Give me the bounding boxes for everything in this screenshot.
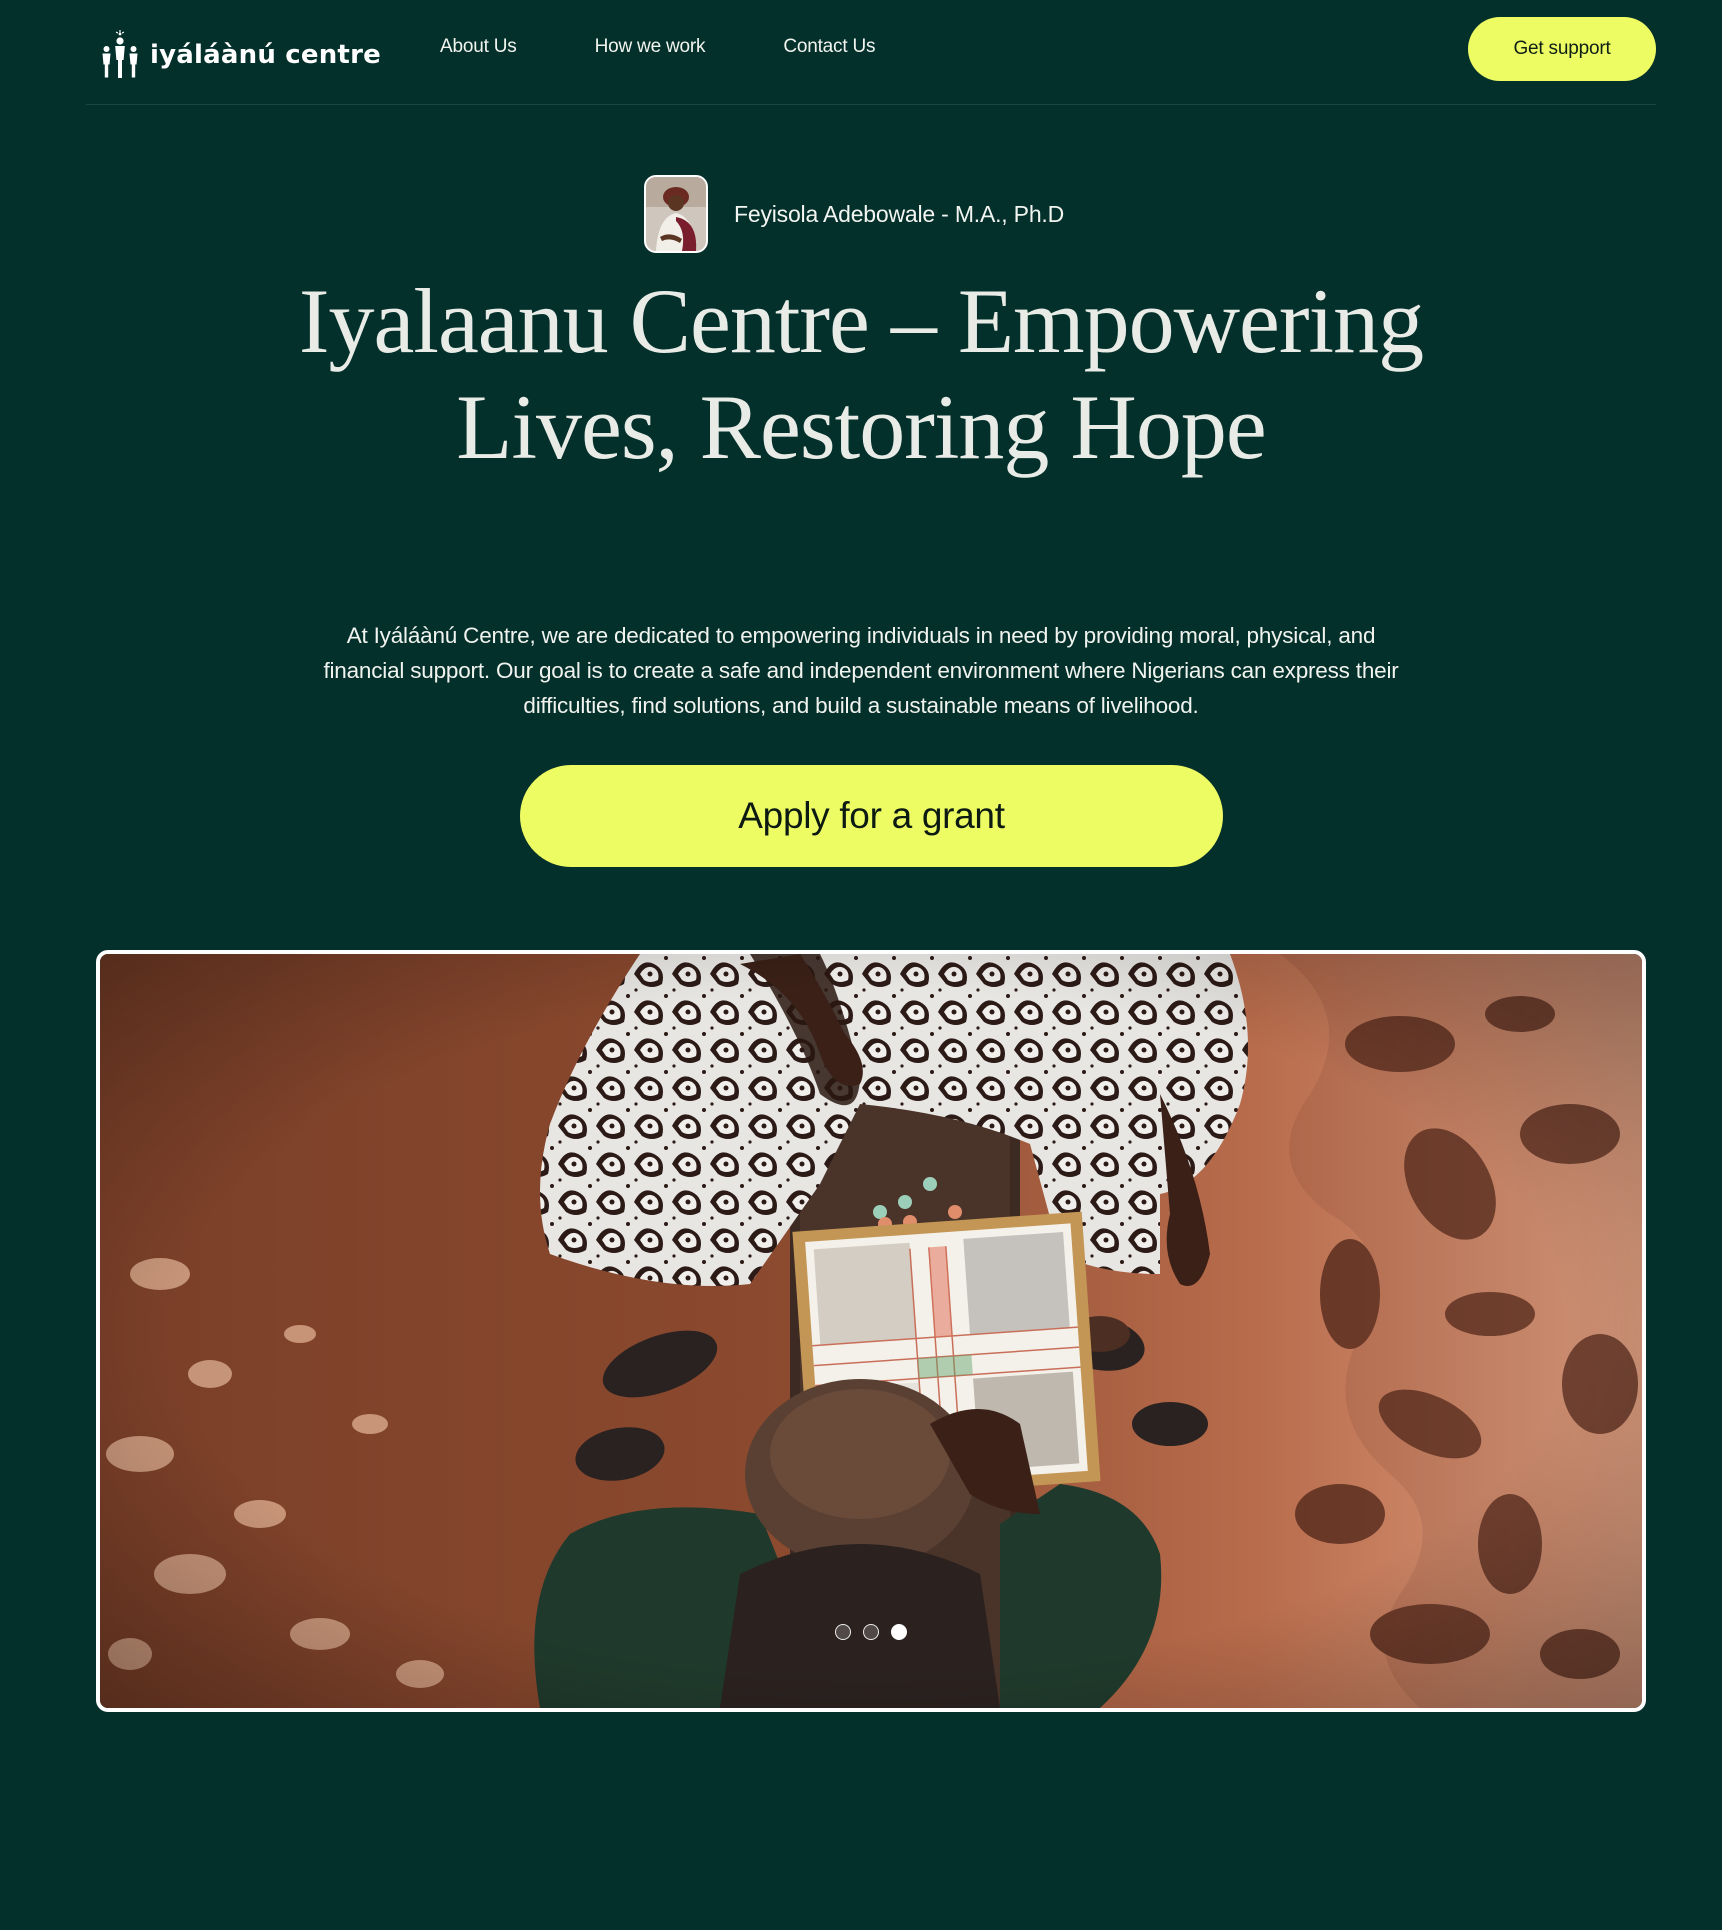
author-avatar [644,175,708,253]
apply-for-grant-button[interactable]: Apply for a grant [520,765,1223,867]
carousel-dot-1[interactable] [835,1624,851,1640]
author-credit: Feyisola Adebowale - M.A., Ph.D [644,172,1064,256]
get-support-button[interactable]: Get support [1468,17,1656,81]
carousel-dot-3-active[interactable] [891,1624,907,1640]
main-nav: About Us How we work Contact Us [440,36,876,58]
hero-description: At Iyáláànú Centre, we are dedicated to … [323,623,1399,718]
carousel-dot-2[interactable] [863,1624,879,1640]
nav-link-about-us[interactable]: About Us [440,36,517,58]
brand-logo[interactable]: iyáláànú centre [100,30,381,80]
brand-name: iyáláànú centre [150,40,381,70]
carousel-pagination [835,1624,907,1640]
hero-title: Iyalaanu Centre – Empowering Lives, Rest… [298,270,1424,478]
nav-link-how-we-work[interactable]: How we work [595,36,706,58]
author-name: Feyisola Adebowale - M.A., Ph.D [734,200,1065,227]
site-header: iyáláànú centre About Us How we work Con… [86,0,1656,105]
people-logo-icon [102,30,138,78]
hero-image-carousel[interactable] [96,950,1646,1712]
author-portrait-image [646,177,706,251]
nav-link-contact-us[interactable]: Contact Us [783,36,875,58]
hero-photo-image [100,954,1642,1708]
